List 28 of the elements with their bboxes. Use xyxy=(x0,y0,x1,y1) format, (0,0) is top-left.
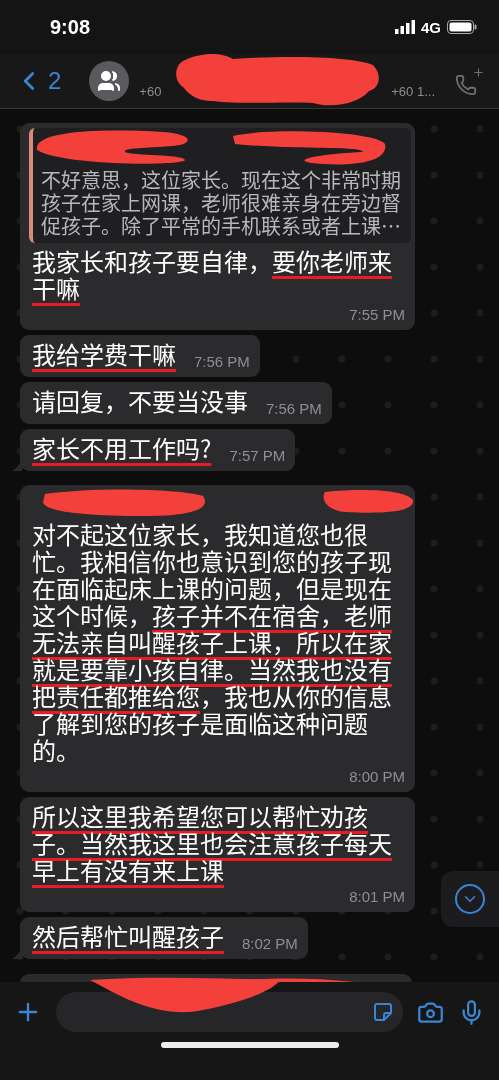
signal-icon xyxy=(395,20,415,34)
message-time: 7:57 PM xyxy=(229,447,286,466)
message-text: 对不起这位家长，我知道您也很忙。我相信你也意识到您的孩子现在面临起床上课的问题，但是现在这个时候，孩子并不在宿舍，老师无法亲自叫醒孩子上课，所以在家就是要靠小孩自律。当然我也没有把责任都推给您，我也从你的信息了解到您的孩子是面临这种问题的。 xyxy=(31,520,393,768)
message-text: 所以这里我希望您可以帮忙劝孩子。当然我这里也会注意孩子每天早上有没有来上课 xyxy=(31,802,393,888)
group-icon xyxy=(97,69,122,93)
message-text: 我给学费干嘛 xyxy=(31,340,176,372)
message-text: 家长不用工作吗? xyxy=(31,434,212,466)
message-text: 请回复，不要当没事 xyxy=(31,387,248,419)
scroll-down-button[interactable] xyxy=(441,871,499,927)
add-call-icon[interactable] xyxy=(455,66,485,96)
message-text: 然后帮忙叫醒孩子 xyxy=(31,922,224,954)
network-label: 4G xyxy=(421,18,441,36)
message-time: 7:55 PM xyxy=(349,306,405,325)
message-text: 我家长和孩子要自律，要你老师来干嘛 xyxy=(31,247,393,306)
quoted-message[interactable]: 不好意思，这位家长。现在这个非常时期孩子在家上网课，老师很难亲身在旁边督促孩子。除了平常的手机联系或者上课… xyxy=(29,128,411,243)
back-button[interactable]: 2 xyxy=(14,66,62,96)
message-time: 7:56 PM xyxy=(266,400,322,419)
clock-time: 9:08 xyxy=(50,15,91,39)
message-time: 8:02 PM xyxy=(242,935,298,954)
quote-text: 不好意思，这位家长。现在这个非常时期孩子在家上网课，老师很难亲身在旁边督促孩子。除了平常的手机联系或者上课… xyxy=(41,168,402,237)
message-time: 8:00 PM xyxy=(349,768,405,787)
message-time: 8:01 PM xyxy=(349,888,405,907)
sticker-icon xyxy=(371,1000,395,1024)
message-time: 7:56 PM xyxy=(194,353,250,372)
member-number: +60 1... xyxy=(391,84,435,99)
member-number: +60 xyxy=(139,84,162,99)
group-avatar[interactable] xyxy=(89,61,130,101)
battery-icon xyxy=(447,20,477,34)
